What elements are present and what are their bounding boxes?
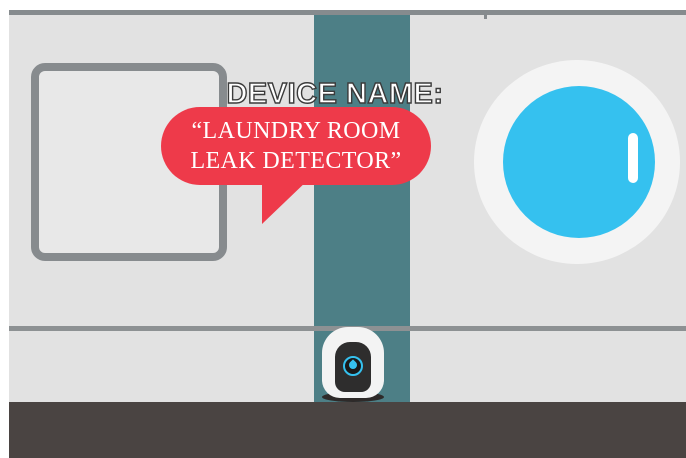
device-name-title: DEVICE NAME: [226, 77, 444, 110]
speech-bubble-tail [262, 178, 310, 224]
floor [9, 402, 686, 458]
speech-bubble-line-2: LEAK DETECTOR” [190, 148, 402, 174]
ceiling-mark [484, 10, 487, 19]
speech-bubble-text: “LAUNDRY ROOM LEAK DETECTOR” [161, 116, 431, 176]
washing-machine-handle [628, 133, 638, 183]
ceiling-line [9, 10, 686, 15]
speech-bubble-line-1: “LAUNDRY ROOM [191, 118, 401, 144]
laundry-room-scene: DEVICE NAME: “LAUNDRY ROOM LEAK DETECTOR… [0, 0, 686, 458]
